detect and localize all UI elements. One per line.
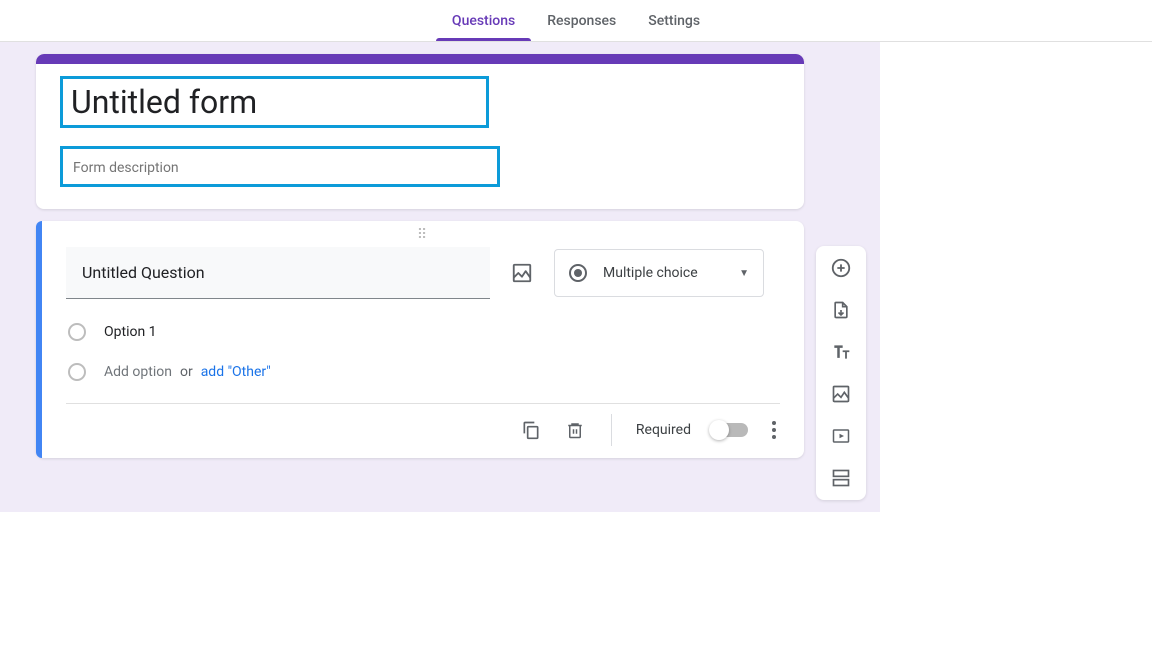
add-title-icon[interactable]	[829, 340, 853, 364]
description-highlight-box	[60, 146, 500, 187]
tab-responses[interactable]: Responses	[531, 0, 632, 41]
required-label: Required	[636, 422, 691, 438]
add-image-icon[interactable]	[510, 261, 534, 285]
form-header-card	[36, 54, 804, 209]
radio-icon	[569, 264, 587, 282]
delete-icon[interactable]	[563, 418, 587, 442]
type-select-label: Multiple choice	[603, 265, 723, 281]
or-text: or	[180, 364, 193, 380]
question-title-input[interactable]	[66, 247, 490, 299]
form-description-input[interactable]	[73, 160, 487, 176]
option-1-text[interactable]: Option 1	[104, 324, 157, 340]
title-highlight-box	[60, 76, 489, 128]
question-card: ⠿ Multiple choice ▼ Option 1	[36, 221, 804, 458]
add-question-icon[interactable]	[829, 256, 853, 280]
question-type-select[interactable]: Multiple choice ▼	[554, 249, 764, 297]
tab-settings[interactable]: Settings	[632, 0, 716, 41]
radio-empty-icon	[68, 323, 86, 341]
add-option-text[interactable]: Add option	[104, 364, 172, 380]
question-footer: Required	[66, 403, 780, 458]
more-options-icon[interactable]	[768, 417, 780, 443]
form-title-input[interactable]	[71, 83, 476, 121]
required-toggle[interactable]	[711, 423, 748, 437]
add-other-link[interactable]: add "Other"	[201, 364, 271, 380]
main-tabs: Questions Responses Settings	[0, 0, 1152, 42]
import-questions-icon[interactable]	[829, 298, 853, 322]
radio-empty-icon	[68, 363, 86, 381]
option-row-1: Option 1	[68, 323, 780, 341]
add-section-icon[interactable]	[829, 466, 853, 490]
side-toolbar	[816, 246, 866, 500]
divider	[611, 414, 612, 446]
accent-bar	[36, 54, 804, 64]
form-canvas: ⠿ Multiple choice ▼ Option 1	[0, 42, 880, 512]
add-image-icon[interactable]	[829, 382, 853, 406]
duplicate-icon[interactable]	[519, 418, 543, 442]
tab-questions[interactable]: Questions	[436, 0, 531, 41]
drag-handle-icon[interactable]: ⠿	[66, 227, 780, 247]
add-option-row: Add option or add "Other"	[68, 363, 780, 381]
chevron-down-icon: ▼	[739, 268, 749, 279]
add-video-icon[interactable]	[829, 424, 853, 448]
